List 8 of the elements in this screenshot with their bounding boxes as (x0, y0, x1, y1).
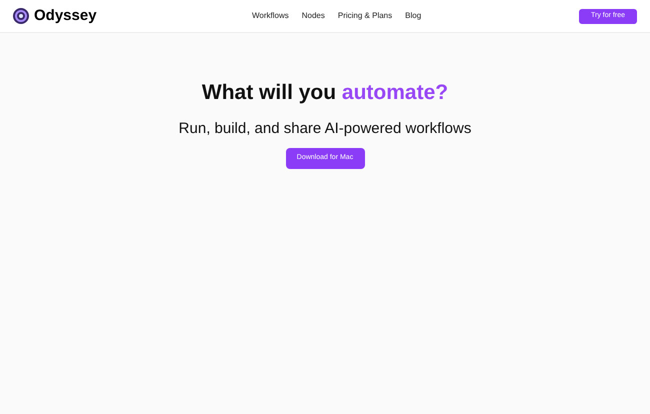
nav-link[interactable]: Pricing & Plans (338, 10, 392, 22)
subtitle: Run, build, and share AI-powered workflows (178, 118, 472, 138)
nav-link[interactable]: Blog (405, 10, 422, 22)
nav-link[interactable]: Workflows (252, 10, 289, 22)
nav-link[interactable]: Nodes (302, 10, 325, 22)
logo-icon (13, 8, 29, 24)
headline: What will you automate? (202, 80, 448, 106)
brand-name: Odyssey (34, 6, 97, 26)
